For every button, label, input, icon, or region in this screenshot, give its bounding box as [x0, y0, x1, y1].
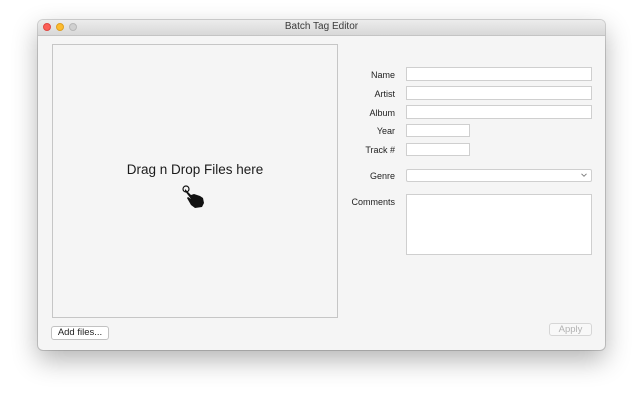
chevron-down-icon	[581, 173, 587, 177]
title-bar[interactable]: Batch Tag Editor	[38, 20, 605, 36]
comments-label: Comments	[351, 197, 395, 207]
comments-field[interactable]	[406, 194, 592, 255]
artist-field[interactable]	[406, 86, 592, 100]
track-field[interactable]	[406, 143, 470, 156]
track-label: Track #	[365, 145, 395, 155]
year-label: Year	[376, 126, 395, 136]
main-window: Batch Tag Editor Drag n Drop Files here …	[38, 20, 605, 350]
genre-dropdown[interactable]	[406, 169, 592, 182]
window-title: Batch Tag Editor	[284, 21, 359, 32]
add-files-button[interactable]: Add files...	[51, 326, 109, 340]
apply-button[interactable]: Apply	[549, 323, 592, 336]
artist-label: Artist	[374, 89, 395, 99]
hand-pointer-icon	[182, 185, 204, 208]
name-field[interactable]	[406, 67, 592, 81]
name-label: Name	[370, 70, 395, 80]
album-field[interactable]	[406, 105, 592, 119]
drop-zone[interactable]: Drag n Drop Files here	[52, 44, 338, 318]
drop-zone-label: Drag n Drop Files here	[126, 162, 264, 177]
genre-label: Genre	[369, 171, 395, 181]
year-field[interactable]	[406, 124, 470, 137]
album-label: Album	[369, 108, 395, 118]
